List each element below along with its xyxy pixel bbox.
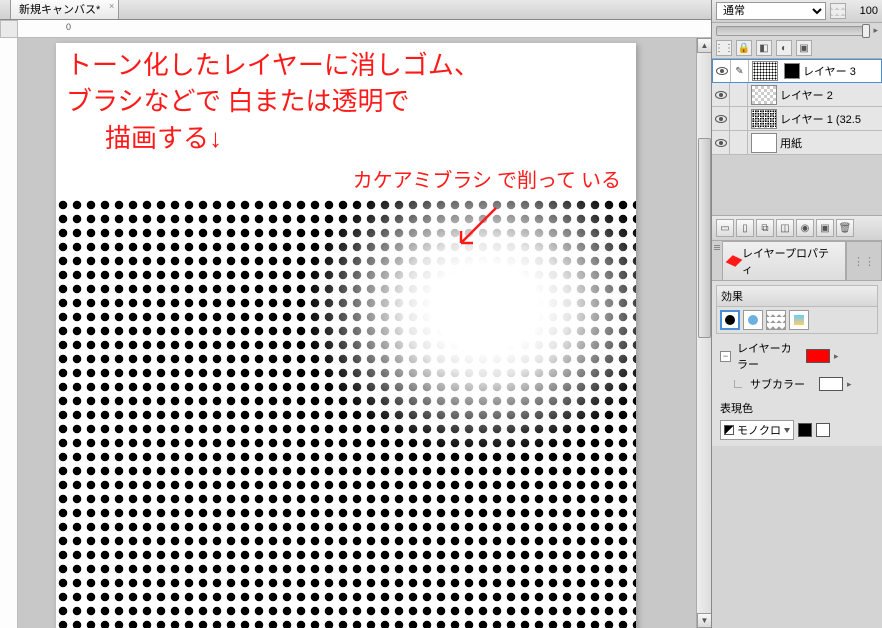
effect-checker-icon[interactable] — [766, 310, 786, 330]
tab-other[interactable]: ⋮⋮ — [846, 241, 882, 280]
layer-row[interactable]: ✎ レイヤー 3 — [712, 59, 882, 83]
effect-border-icon[interactable] — [720, 310, 740, 330]
drag-handle-icon[interactable] — [712, 241, 722, 280]
layer-row[interactable]: レイヤー 2 — [712, 83, 882, 107]
layer-thumbnail[interactable] — [751, 85, 777, 105]
scroll-thumb[interactable] — [698, 138, 711, 338]
right-panel: 通常 100 ▸ ⋮⋮ 🔒 ◧ ◐ ▣ ✎ レイヤー 3 レイヤー 2 — [711, 0, 882, 628]
scroll-up-icon[interactable]: ▲ — [697, 38, 711, 53]
property-body: 効果 − レイヤーカラー ▸ サブカラー ▸ 表現色 — [712, 281, 882, 446]
opacity-value: 100 — [850, 5, 878, 17]
effect-color-icon[interactable] — [789, 310, 809, 330]
layer-row[interactable]: 用紙 — [712, 131, 882, 155]
eye-icon — [715, 91, 727, 99]
edit-indicator[interactable]: ✎ — [731, 60, 749, 82]
expand-icon[interactable]: ▸ — [834, 351, 839, 362]
visibility-toggle[interactable] — [712, 83, 730, 106]
edit-indicator[interactable] — [730, 131, 748, 154]
eye-icon — [716, 67, 728, 75]
document-tab-bar: 新規キャンバス* × — [0, 0, 711, 20]
edit-indicator[interactable] — [730, 83, 748, 106]
document-tab[interactable]: 新規キャンバス* × — [10, 0, 119, 19]
close-icon[interactable]: × — [109, 1, 114, 11]
delete-icon[interactable]: 🗑 — [836, 219, 854, 237]
effect-header: 効果 — [717, 286, 877, 307]
white-swatch[interactable] — [816, 423, 830, 437]
layer-thumbnail[interactable] — [751, 109, 777, 129]
layer-list: ✎ レイヤー 3 レイヤー 2 レイヤー 1 (32.5 用紙 — [712, 59, 882, 215]
layer-name[interactable]: レイヤー 3 — [803, 63, 881, 79]
layer-type-icon — [784, 63, 800, 79]
layer-name[interactable]: 用紙 — [780, 135, 882, 151]
annotation-main: トーン化したレイヤーに消しゴム、 ブラシなどで 白または透明で 描画する↓ — [66, 48, 626, 157]
scrollbar-vertical[interactable]: ▲ ▼ — [696, 38, 711, 628]
ruler-origin[interactable] — [0, 20, 18, 38]
layer-thumbnail[interactable] — [751, 133, 777, 153]
slider-knob[interactable] — [862, 24, 870, 38]
dup-layer-icon[interactable]: ⧉ — [756, 219, 774, 237]
clip-icon[interactable]: ◐ — [776, 40, 792, 56]
layer-color-swatch[interactable] — [806, 349, 830, 363]
mask-icon[interactable]: ▣ — [816, 219, 834, 237]
visibility-toggle[interactable] — [712, 107, 730, 130]
ref-icon[interactable]: ▣ — [796, 40, 812, 56]
collapse-toggle[interactable]: − — [720, 351, 731, 362]
sub-color-label: サブカラー — [750, 376, 815, 392]
property-tabs: レイヤープロパティ ⋮⋮ — [712, 241, 882, 281]
expand-icon[interactable]: ▸ — [847, 379, 852, 390]
layer-footer: ▭ ▯ ⧉ ◫ ◉ ▣ 🗑 — [712, 215, 882, 241]
canvas[interactable]: トーン化したレイヤーに消しゴム、 ブラシなどで 白または透明で 描画する↓ カケ… — [56, 43, 636, 628]
layer-color-label: レイヤーカラー — [737, 340, 802, 372]
edit-indicator[interactable] — [730, 107, 748, 130]
layer-thumbnail[interactable] — [752, 61, 778, 81]
tab-layer-property[interactable]: レイヤープロパティ — [722, 241, 846, 280]
annotation-side: カケアミブラシ で削って いる — [353, 168, 621, 194]
eye-icon — [715, 115, 727, 123]
erased-area — [56, 198, 636, 628]
document-title: 新規キャンバス* — [19, 4, 100, 16]
new-layer-icon[interactable]: ▭ — [716, 219, 734, 237]
link-icon[interactable]: ⋮⋮ — [716, 40, 732, 56]
lock-alpha-icon[interactable]: ◧ — [756, 40, 772, 56]
canvas-area[interactable]: トーン化したレイヤーに消しゴム、 ブラシなどで 白または透明で 描画する↓ カケ… — [18, 38, 696, 628]
blend-mode-select[interactable]: 通常 — [716, 2, 826, 20]
merge-icon[interactable]: ◉ — [796, 219, 814, 237]
sub-color-swatch[interactable] — [819, 377, 843, 391]
effect-tone-icon[interactable] — [743, 310, 763, 330]
layer-name[interactable]: レイヤー 2 — [780, 87, 882, 103]
scroll-down-icon[interactable]: ▼ — [697, 613, 711, 628]
transfer-icon[interactable]: ◫ — [776, 219, 794, 237]
layer-row[interactable]: レイヤー 1 (32.5 — [712, 107, 882, 131]
chevron-down-icon — [784, 428, 790, 433]
expression-label: 表現色 — [720, 400, 753, 416]
layer-name[interactable]: レイヤー 1 (32.5 — [780, 111, 882, 127]
ruler-horizontal[interactable]: 0 — [18, 20, 711, 38]
lock-icon[interactable]: 🔒 — [736, 40, 752, 56]
black-swatch[interactable] — [798, 423, 812, 437]
checker-icon[interactable] — [830, 3, 846, 19]
menu-icon[interactable]: ▸ — [873, 25, 878, 36]
opacity-slider[interactable] — [716, 26, 869, 36]
mono-icon — [724, 425, 734, 435]
new-folder-icon[interactable]: ▯ — [736, 219, 754, 237]
annotation-arrow-icon — [451, 203, 501, 253]
ruler-vertical[interactable] — [0, 38, 18, 628]
visibility-toggle[interactable] — [712, 131, 730, 154]
eye-icon — [715, 139, 727, 147]
pen-icon — [726, 255, 743, 267]
visibility-toggle[interactable] — [713, 60, 731, 82]
expression-select[interactable]: モノクロ — [720, 420, 794, 440]
